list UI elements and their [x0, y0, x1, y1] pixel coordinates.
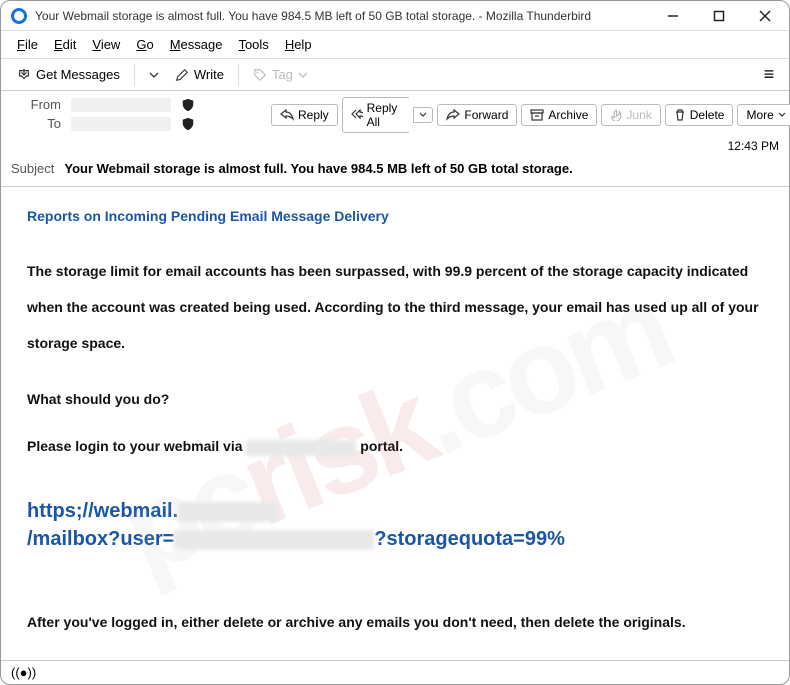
forward-icon: [446, 109, 460, 121]
to-row: To: [11, 116, 271, 131]
timestamp: 12:43 PM: [1, 135, 789, 153]
subject-value: Your Webmail storage is almost full. You…: [64, 161, 572, 176]
subject-label: Subject: [11, 161, 54, 176]
close-button[interactable]: [751, 2, 779, 30]
menu-bar: File Edit View Go Message Tools Help: [1, 31, 789, 59]
app-menu-button[interactable]: ≡: [759, 64, 779, 85]
main-toolbar: Get Messages Write Tag ≡: [1, 59, 789, 91]
menu-view[interactable]: View: [86, 34, 126, 55]
redacted-link-2: [174, 530, 374, 550]
flame-icon: [610, 109, 622, 121]
status-bar: ((●)): [1, 660, 789, 684]
from-row: From: [11, 97, 271, 112]
archive-icon: [530, 109, 544, 121]
minimize-button[interactable]: [659, 2, 687, 30]
more-button[interactable]: More: [737, 104, 790, 126]
body-paragraph-2: Please login to your webmail via portal.: [27, 437, 763, 457]
from-label: From: [11, 97, 61, 112]
junk-button[interactable]: Junk: [601, 104, 660, 126]
window-title: Your Webmail storage is almost full. You…: [35, 9, 659, 23]
body-heading: Reports on Incoming Pending Email Messag…: [27, 207, 763, 227]
sync-icon: ((●)): [11, 665, 36, 680]
shield-icon: [181, 98, 195, 112]
from-value-redacted: [71, 98, 171, 112]
to-value-redacted: [71, 117, 171, 131]
menu-message[interactable]: Message: [164, 34, 229, 55]
maximize-button[interactable]: [705, 2, 733, 30]
pencil-icon: [175, 68, 189, 82]
menu-go[interactable]: Go: [130, 34, 159, 55]
title-bar: Your Webmail storage is almost full. You…: [1, 1, 789, 31]
reply-all-dropdown[interactable]: [413, 107, 433, 123]
reply-all-icon: [351, 109, 363, 121]
write-button[interactable]: Write: [169, 63, 230, 86]
delete-button[interactable]: Delete: [665, 104, 734, 126]
body-question: What should you do?: [27, 390, 763, 410]
body-paragraph-3: After you've logged in, either delete or…: [27, 613, 763, 633]
menu-help[interactable]: Help: [279, 34, 318, 55]
thunderbird-icon: [11, 8, 27, 24]
shield-icon: [181, 117, 195, 131]
to-label: To: [11, 116, 61, 131]
menu-edit[interactable]: Edit: [48, 34, 82, 55]
message-actions: Reply Reply All Forward Archive Junk D: [271, 97, 790, 133]
reply-icon: [280, 109, 294, 121]
get-messages-button[interactable]: Get Messages: [11, 63, 126, 86]
get-messages-dropdown[interactable]: [143, 66, 165, 84]
menu-tools[interactable]: Tools: [232, 34, 274, 55]
menu-file[interactable]: File: [11, 34, 44, 55]
tag-button[interactable]: Tag: [247, 63, 314, 86]
message-body: pcrisk.com Reports on Incoming Pending E…: [1, 187, 789, 672]
trash-icon: [674, 109, 686, 121]
reply-all-button[interactable]: Reply All: [342, 97, 410, 133]
redacted-link-1: [178, 502, 278, 522]
reply-button[interactable]: Reply: [271, 104, 338, 126]
tag-icon: [253, 68, 267, 82]
message-headers: From To Reply Reply All Forward: [1, 91, 789, 187]
download-icon: [17, 68, 31, 82]
redacted-domain: [246, 440, 356, 456]
archive-button[interactable]: Archive: [521, 104, 597, 126]
body-paragraph-1: The storage limit for email accounts has…: [27, 253, 763, 362]
forward-button[interactable]: Forward: [437, 104, 517, 126]
phishing-link[interactable]: https;//webmail. /mailbox?user=?storageq…: [27, 500, 565, 550]
